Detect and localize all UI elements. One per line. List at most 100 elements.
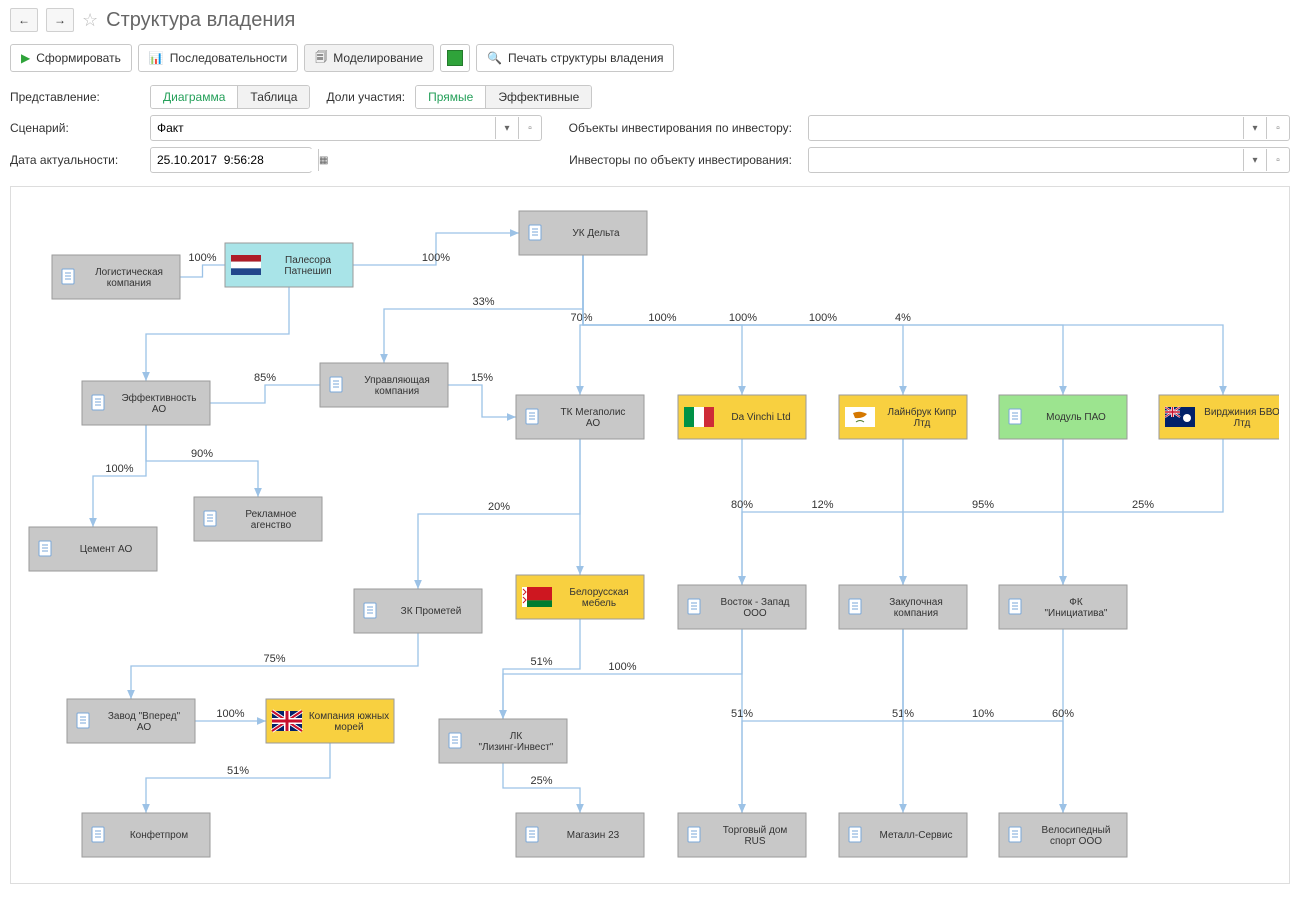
svg-text:АО: АО bbox=[586, 418, 600, 429]
favorite-icon[interactable]: ☆ bbox=[82, 10, 98, 31]
flag-nl-icon bbox=[231, 255, 261, 275]
svg-text:УК Дельта: УК Дельта bbox=[572, 228, 620, 239]
svg-text:Велосипедный: Велосипедный bbox=[1042, 825, 1111, 836]
node-uk[interactable]: УК Дельта bbox=[519, 211, 647, 255]
green-square-icon bbox=[447, 50, 463, 66]
node-log[interactable]: Логистическаякомпания bbox=[52, 255, 180, 299]
node-vel[interactable]: Велосипедныйспорт ООО bbox=[999, 813, 1127, 857]
document-icon bbox=[92, 395, 104, 410]
document-icon bbox=[849, 599, 861, 614]
svg-text:Лтд: Лтд bbox=[914, 418, 931, 429]
svg-text:4%: 4% bbox=[895, 312, 911, 324]
calendar-icon[interactable]: ▦ bbox=[318, 149, 328, 171]
node-liz[interactable]: ЛК"Лизинг-Инвест" bbox=[439, 719, 567, 763]
dropdown-icon[interactable]: ▾ bbox=[1243, 149, 1266, 171]
svg-text:90%: 90% bbox=[191, 448, 213, 460]
svg-text:Компания южных: Компания южных bbox=[309, 711, 389, 722]
open-icon[interactable]: ▫ bbox=[1266, 149, 1289, 171]
node-ks[interactable]: Компания южныхморей bbox=[266, 699, 394, 743]
view-opt-table[interactable]: Таблица bbox=[238, 86, 309, 108]
share-segment[interactable]: Прямые Эффективные bbox=[415, 85, 592, 109]
model-button[interactable]: 🗐 Моделирование bbox=[304, 44, 434, 72]
node-eff[interactable]: ЭффективностьАО bbox=[82, 381, 210, 425]
open-icon[interactable]: ▫ bbox=[1266, 117, 1289, 139]
share-opt-direct[interactable]: Прямые bbox=[416, 86, 486, 108]
svg-text:Эффективность: Эффективность bbox=[121, 392, 196, 404]
chart-icon: 📊 bbox=[149, 51, 164, 65]
document-icon bbox=[449, 733, 461, 748]
print-button[interactable]: 🔍 Печать структуры владения bbox=[476, 44, 674, 72]
node-mod[interactable]: Модуль ПАО bbox=[999, 395, 1127, 439]
svg-text:80%: 80% bbox=[731, 499, 753, 511]
node-cem[interactable]: Цемент АО bbox=[29, 527, 157, 571]
svg-text:Цемент АО: Цемент АО bbox=[80, 544, 133, 555]
svg-text:60%: 60% bbox=[1052, 708, 1074, 720]
date-input-wrap[interactable]: ▦ bbox=[150, 147, 312, 173]
dropdown-icon[interactable]: ▾ bbox=[1243, 117, 1266, 139]
view-label: Представление: bbox=[10, 90, 140, 104]
back-button[interactable]: ← bbox=[10, 8, 38, 32]
diagram-canvas[interactable]: 100%100%33%70%100%100%100%4%85%15%100%90… bbox=[10, 186, 1290, 884]
svg-text:компания: компания bbox=[894, 608, 938, 619]
document-icon bbox=[204, 511, 216, 526]
flag-it-icon bbox=[684, 407, 714, 427]
document-icon bbox=[92, 827, 104, 842]
node-m23[interactable]: Магазин 23 bbox=[516, 813, 644, 857]
inv-by-input[interactable] bbox=[809, 149, 1243, 171]
svg-text:20%: 20% bbox=[488, 501, 510, 513]
node-konf[interactable]: Конфетпром bbox=[82, 813, 210, 857]
model-label: Моделирование bbox=[333, 51, 423, 65]
seq-label: Последовательности bbox=[170, 51, 287, 65]
share-opt-eff[interactable]: Эффективные bbox=[486, 86, 591, 108]
svg-text:51%: 51% bbox=[227, 765, 249, 777]
svg-text:ЛК: ЛК bbox=[510, 731, 523, 742]
node-met[interactable]: Металл-Сервис bbox=[839, 813, 967, 857]
inv-obj-label: Объекты инвестирования по инвестору: bbox=[552, 121, 798, 135]
inv-by-label: Инвесторы по объекту инвестирования: bbox=[552, 153, 798, 167]
document-icon bbox=[849, 827, 861, 842]
view-segment[interactable]: Диаграмма Таблица bbox=[150, 85, 310, 109]
form-label: Сформировать bbox=[36, 51, 121, 65]
svg-text:Лайнбрук Кипр: Лайнбрук Кипр bbox=[888, 406, 957, 418]
node-bel[interactable]: Белорусскаямебель bbox=[516, 575, 644, 619]
node-zk[interactable]: ЗК Прометей bbox=[354, 589, 482, 633]
form-button[interactable]: ▶ Сформировать bbox=[10, 44, 132, 72]
node-vz[interactable]: Восток - ЗападООО bbox=[678, 585, 806, 629]
print-icon: 🔍 bbox=[487, 51, 502, 65]
svg-text:Торговый дом: Торговый дом bbox=[723, 825, 788, 836]
svg-text:ТК Мегаполис: ТК Мегаполис bbox=[561, 407, 626, 418]
node-adv[interactable]: Рекламноеагенство bbox=[194, 497, 322, 541]
document-icon bbox=[364, 603, 376, 618]
svg-text:Металл-Сервис: Металл-Сервис bbox=[880, 830, 953, 841]
refresh-button[interactable] bbox=[440, 44, 470, 72]
node-td[interactable]: Торговый домRUS bbox=[678, 813, 806, 857]
inv-by-input-wrap[interactable]: ▾ ▫ bbox=[808, 147, 1290, 173]
svg-text:100%: 100% bbox=[729, 312, 757, 324]
node-zak[interactable]: Закупочнаякомпания bbox=[839, 585, 967, 629]
scenario-input[interactable] bbox=[151, 117, 495, 139]
node-lk[interactable]: Лайнбрук КипрЛтд bbox=[839, 395, 967, 439]
inv-obj-input-wrap[interactable]: ▾ ▫ bbox=[808, 115, 1290, 141]
node-dv[interactable]: Da Vinchi Ltd bbox=[678, 395, 806, 439]
svg-text:Логистическая: Логистическая bbox=[95, 267, 163, 278]
node-zav[interactable]: Завод "Вперед"АО bbox=[67, 699, 195, 743]
node-pal[interactable]: ПалесораПатнешип bbox=[225, 243, 353, 287]
document-icon bbox=[529, 225, 541, 240]
svg-text:75%: 75% bbox=[263, 653, 285, 665]
node-mgmt[interactable]: Управляющаякомпания bbox=[320, 363, 448, 407]
svg-text:АО: АО bbox=[137, 722, 151, 733]
forward-button[interactable]: → bbox=[46, 8, 74, 32]
inv-obj-input[interactable] bbox=[809, 117, 1243, 139]
svg-text:100%: 100% bbox=[422, 252, 450, 264]
date-input[interactable] bbox=[151, 149, 318, 171]
document-icon bbox=[1009, 827, 1021, 842]
node-tk[interactable]: ТК МегаполисАО bbox=[516, 395, 644, 439]
scenario-input-wrap[interactable]: ▾ ▫ bbox=[150, 115, 542, 141]
node-fk[interactable]: ФК"Инициатива" bbox=[999, 585, 1127, 629]
open-icon[interactable]: ▫ bbox=[518, 117, 541, 139]
seq-button[interactable]: 📊 Последовательности bbox=[138, 44, 298, 72]
node-bvi[interactable]: Вирджиния БВОЛтд bbox=[1159, 395, 1279, 439]
view-opt-diagram[interactable]: Диаграмма bbox=[151, 86, 238, 108]
svg-text:25%: 25% bbox=[1132, 499, 1154, 511]
dropdown-icon[interactable]: ▾ bbox=[495, 117, 518, 139]
